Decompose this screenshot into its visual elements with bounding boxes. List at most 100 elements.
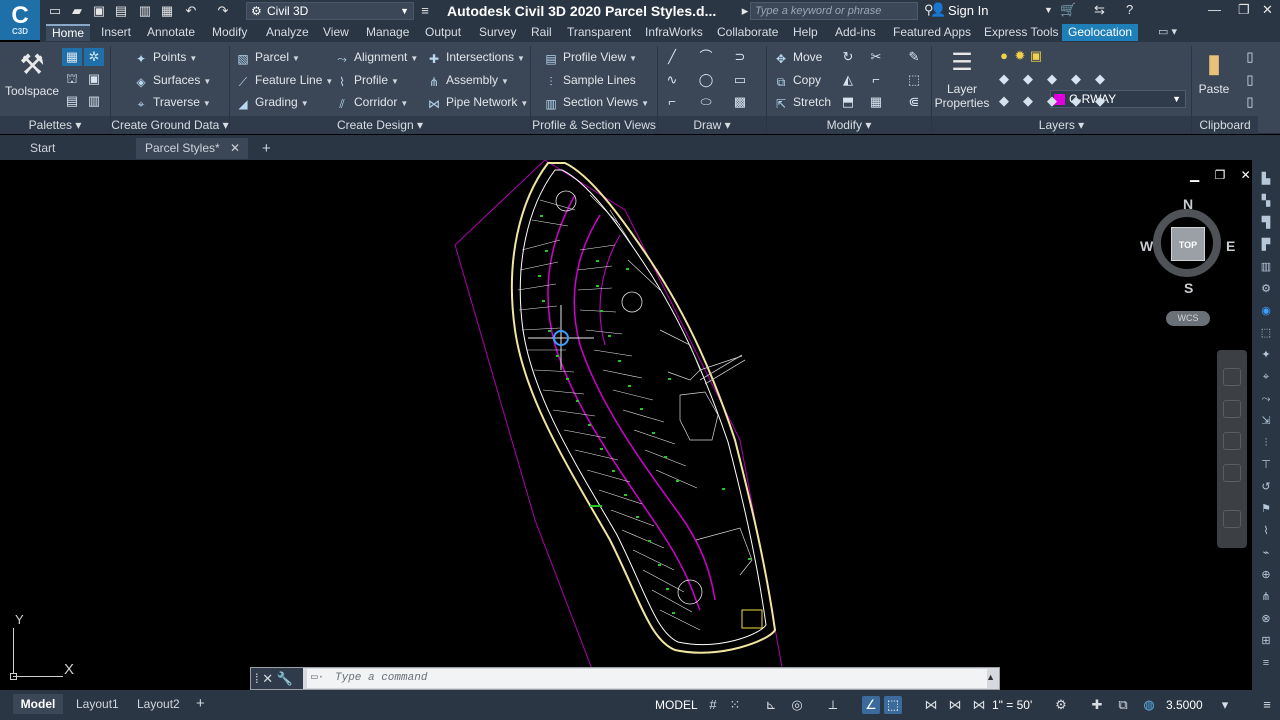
layer-isolate-icon[interactable]: ◆ (1018, 70, 1038, 88)
parcel-button[interactable]: ▧ Parcel ▼ (235, 48, 300, 66)
drawing-canvas[interactable] (0, 159, 1252, 691)
gear-icon[interactable]: ⚙ (1052, 696, 1070, 714)
mirror-icon[interactable]: ◭ (838, 71, 858, 89)
tool-icon[interactable]: ⊞ (1258, 634, 1274, 648)
close-icon[interactable]: ✕ (230, 138, 240, 159)
layout-tab-layout2[interactable]: Layout2 (137, 694, 180, 714)
auto-scale-icon[interactable]: ⋈ (946, 696, 964, 714)
tab-geolocation[interactable]: Geolocation (1062, 24, 1139, 41)
orbit-icon[interactable] (1223, 464, 1241, 482)
layout-tab-layout1[interactable]: Layout1 (76, 694, 119, 714)
add-layout-icon[interactable]: + (196, 694, 205, 714)
match-properties-icon[interactable]: ▯ (1240, 93, 1260, 111)
erase-icon[interactable]: ✎ (904, 48, 924, 66)
polyline-icon[interactable]: ⊃ (730, 48, 750, 66)
search-input[interactable]: Type a keyword or phrase (750, 2, 918, 20)
dynamic-ucs-icon[interactable]: ∠ (862, 696, 880, 714)
lock-icon[interactable]: ▣ (1026, 47, 1046, 65)
restore-icon[interactable]: ❐ (1238, 2, 1250, 18)
design-center-icon[interactable]: ▥ (84, 92, 104, 110)
tab-modify[interactable]: Modify (206, 24, 253, 41)
tool-icon[interactable]: ▛ (1258, 238, 1274, 252)
grid-icon[interactable]: # (704, 696, 722, 714)
tab-collaborate[interactable]: Collaborate (711, 24, 784, 41)
help-icon[interactable]: ? (1126, 2, 1133, 17)
cut-icon[interactable]: ▯ (1240, 48, 1260, 66)
tool-icon[interactable]: ≡ (1258, 656, 1274, 670)
compass-south[interactable]: S (1184, 280, 1193, 296)
properties-icon[interactable]: ▤ (62, 92, 82, 110)
layer-match-icon[interactable]: ◆ (1090, 70, 1110, 88)
crosshair-icon[interactable]: ✚ (1088, 696, 1106, 714)
layer-on-icon[interactable]: ◆ (994, 92, 1014, 110)
traverse-button[interactable]: ⌖ Traverse ▼ (133, 93, 211, 111)
layer-current-icon[interactable]: ◆ (1090, 92, 1110, 110)
corridor-button[interactable]: ⫽ Corridor ▼ (334, 93, 408, 111)
tool-icon[interactable]: ⫶ (1258, 436, 1274, 450)
tab-annotate[interactable]: Annotate (141, 24, 201, 41)
panel-draw[interactable]: Draw ▾ (658, 116, 766, 134)
array-icon[interactable]: ▦ (866, 93, 886, 111)
annotation-scale-value[interactable]: 1" = 50' (992, 695, 1032, 715)
grading-button[interactable]: ◢ Grading ▼ (235, 93, 308, 111)
tab-featured-apps[interactable]: Featured Apps (887, 24, 977, 41)
stretch-button[interactable]: ⇱ Stretch (773, 93, 831, 111)
sample-lines-button[interactable]: ⫶ Sample Lines (543, 71, 635, 89)
annotation-visibility-icon[interactable]: ⋈ (922, 696, 940, 714)
tab-analyze[interactable]: Analyze (260, 24, 315, 41)
paste-button[interactable]: ▮ Paste (1192, 46, 1236, 96)
panel-modify[interactable]: Modify ▾ (767, 116, 931, 134)
tool-icon[interactable]: ⌇ (1258, 524, 1274, 538)
trim-icon[interactable]: ✂ (866, 48, 886, 66)
tool-icon[interactable]: ⋔ (1258, 590, 1274, 604)
viewcube-top-face[interactable]: TOP (1171, 227, 1205, 261)
tool-icon[interactable]: ⊕ (1258, 568, 1274, 582)
pan-icon[interactable] (1223, 400, 1241, 418)
object-snap-icon[interactable]: ⬚ (884, 696, 902, 714)
tool-icon[interactable]: ⊤ (1258, 458, 1274, 472)
annotation-scale-icon[interactable]: ⋈ (970, 696, 988, 714)
lineweight-value[interactable]: 3.5000 (1166, 695, 1203, 715)
customize-icon[interactable]: 🔧 (277, 671, 293, 686)
tab-parcel-styles[interactable]: Parcel Styles* ✕ (136, 138, 248, 159)
scale-icon[interactable]: ⬒ (838, 93, 858, 111)
offset-icon[interactable]: ⋐ (904, 93, 924, 111)
panel-profile-section-views[interactable]: Profile & Section Views (531, 116, 657, 134)
tool-icon[interactable]: ▚ (1258, 194, 1274, 208)
snap-icon[interactable]: ⁙ (726, 696, 744, 714)
feature-line-button[interactable]: ⟋ Feature Line ▼ (235, 71, 334, 89)
sign-in-link[interactable]: Sign In (948, 3, 988, 18)
panel-create-ground-data[interactable]: Create Ground Data ▾ (111, 116, 229, 134)
grip-icon[interactable]: ⁞ (255, 671, 259, 686)
tool-icon[interactable]: ⇲ (1258, 414, 1274, 428)
database-icon[interactable]: ◍ (1140, 696, 1158, 714)
tool-icon[interactable]: ⬚ (1258, 326, 1274, 340)
tool-icon[interactable]: ↺ (1258, 480, 1274, 494)
tool-icon[interactable]: ▙ (1258, 172, 1274, 186)
viewport-controls[interactable]: ▁ ❐ ✕ (1190, 168, 1257, 182)
panel-create-design[interactable]: Create Design ▾ (230, 116, 530, 134)
open-icon[interactable]: ▰ (68, 2, 86, 20)
layer-off-icon[interactable]: ◆ (994, 70, 1014, 88)
alignment-button[interactable]: ⤳ Alignment ▼ (334, 48, 418, 66)
customization-menu-icon[interactable]: ≡ (1258, 696, 1276, 714)
pipe-network-button[interactable]: ⋈ Pipe Network ▼ (426, 93, 528, 111)
tab-express-tools[interactable]: Express Tools (978, 24, 1064, 41)
tab-rail[interactable]: Rail (525, 24, 558, 41)
intersections-button[interactable]: ✚ Intersections ▼ (426, 48, 525, 66)
ellipse-icon[interactable]: ⬭ (696, 93, 716, 111)
redo-icon[interactable]: ↷ (214, 2, 232, 20)
new-icon[interactable]: ▭ (46, 2, 64, 20)
tab-view[interactable]: View (317, 24, 355, 41)
print-icon[interactable]: ▦ (158, 2, 176, 20)
tool-icon[interactable]: ▜ (1258, 216, 1274, 230)
arc-icon[interactable]: ⌒ (696, 48, 716, 66)
tool-icon[interactable]: ⊗ (1258, 612, 1274, 626)
circle-icon[interactable]: ◯ (696, 71, 716, 89)
tab-add-ins[interactable]: Add-ins (829, 24, 882, 41)
prospector-icon[interactable]: ▦ (62, 48, 82, 66)
assembly-button[interactable]: ⋔ Assembly ▼ (426, 71, 509, 89)
close-icon[interactable]: ✕ (262, 671, 273, 686)
move-button[interactable]: ✥ Move (773, 48, 822, 66)
layer-lock-icon[interactable]: ◆ (1066, 70, 1086, 88)
